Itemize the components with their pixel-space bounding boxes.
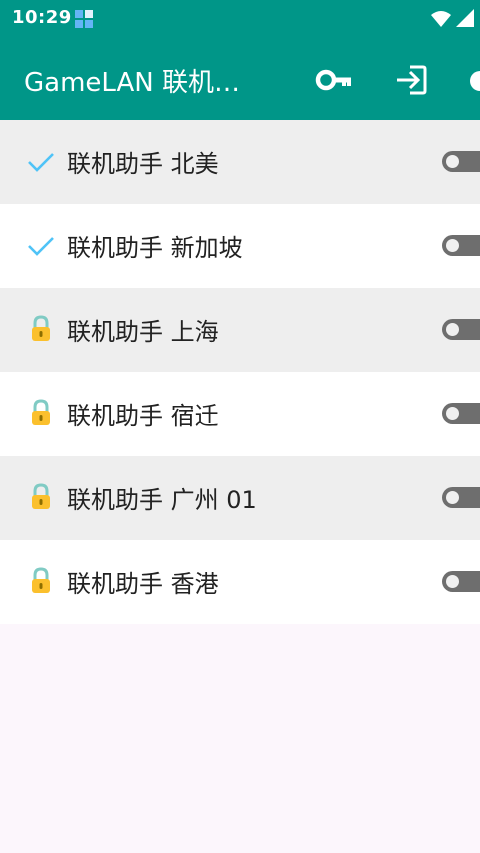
server-row[interactable]: 联机助手 新加坡 bbox=[0, 204, 480, 288]
server-row[interactable]: 联机助手 广州 01 bbox=[0, 456, 480, 540]
app-bar: GameLAN 联机… bbox=[0, 38, 480, 120]
server-name: 联机助手 新加坡 bbox=[67, 234, 243, 262]
server-name: 联机助手 上海 bbox=[67, 318, 219, 346]
server-name: 联机助手 广州 01 bbox=[67, 486, 257, 514]
lock-icon bbox=[26, 566, 56, 596]
server-list: 联机助手 北美 联机助手 新加坡 联机助手 上海 联机助手 宿迁 联机助手 广州… bbox=[0, 120, 480, 624]
status-time: 10:29 bbox=[12, 7, 72, 28]
server-toggle[interactable] bbox=[442, 235, 480, 256]
key-button[interactable] bbox=[312, 60, 356, 100]
lock-icon bbox=[26, 314, 56, 344]
server-toggle[interactable] bbox=[442, 151, 480, 172]
login-button[interactable] bbox=[390, 58, 434, 102]
lock-icon bbox=[26, 398, 56, 428]
check-icon bbox=[26, 146, 56, 176]
server-name: 联机助手 宿迁 bbox=[67, 402, 219, 430]
notification-icon bbox=[74, 9, 94, 29]
server-row[interactable]: 联机助手 北美 bbox=[0, 120, 480, 204]
server-toggle[interactable] bbox=[442, 571, 480, 592]
server-row[interactable]: 联机助手 上海 bbox=[0, 288, 480, 372]
server-toggle[interactable] bbox=[442, 403, 480, 424]
server-name: 联机助手 北美 bbox=[67, 150, 219, 178]
more-options-button[interactable] bbox=[464, 64, 480, 98]
server-toggle[interactable] bbox=[442, 319, 480, 340]
server-row[interactable]: 联机助手 香港 bbox=[0, 540, 480, 624]
server-name: 联机助手 香港 bbox=[67, 570, 219, 598]
status-bar: 10:29 bbox=[0, 0, 480, 38]
check-icon bbox=[26, 230, 56, 260]
server-toggle[interactable] bbox=[442, 487, 480, 508]
wifi-icon bbox=[430, 9, 452, 33]
login-icon bbox=[397, 65, 427, 95]
server-row[interactable]: 联机助手 宿迁 bbox=[0, 372, 480, 456]
app-title: GameLAN 联机… bbox=[24, 68, 240, 98]
lock-icon bbox=[26, 482, 56, 512]
signal-icon bbox=[455, 8, 475, 32]
key-icon bbox=[315, 69, 351, 91]
more-icon bbox=[470, 71, 480, 91]
